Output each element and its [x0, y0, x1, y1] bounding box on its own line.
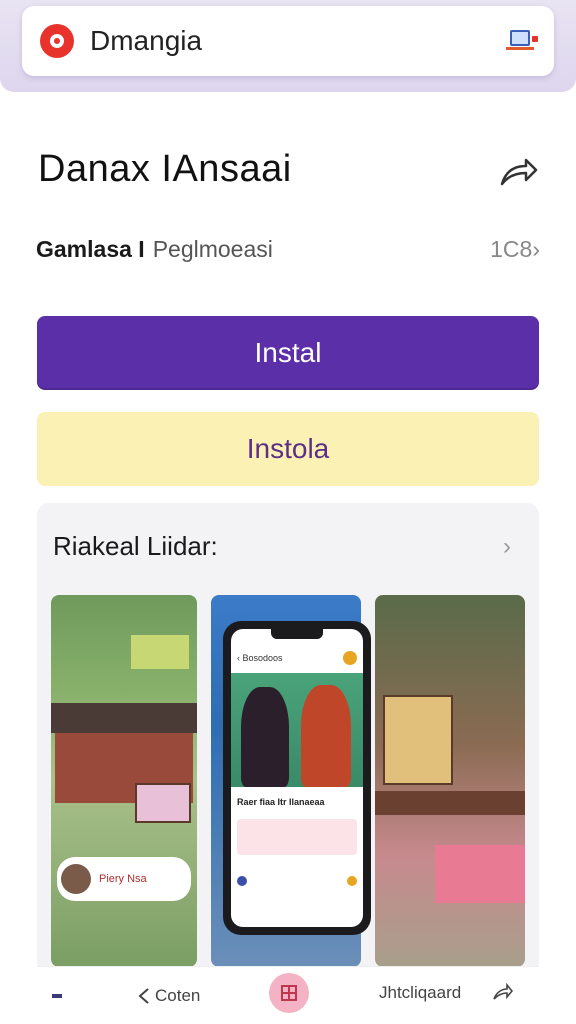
screenshot-1[interactable]: Piery Nsa — [51, 595, 197, 967]
developer-name[interactable]: Gamlasa I — [36, 236, 145, 263]
menu-dash-icon — [52, 993, 62, 998]
app-meta-row: Gamlasa I Peglmoeasi 1C8› — [36, 232, 540, 266]
phone-notch — [271, 629, 323, 639]
bottom-navigation: Coten Jhtcliqaard — [37, 966, 539, 1024]
phone-caption: Raer fiaa Itr Ilanaeaa — [237, 797, 325, 807]
poster-shape — [383, 695, 453, 785]
roof-shape — [51, 703, 197, 733]
preview-title: Riakeal Liidar: — [53, 531, 218, 561]
top-app-bar: Dmangia — [0, 0, 576, 92]
avatar — [61, 864, 91, 894]
caption-text: Piery Nsa — [99, 873, 147, 885]
app-category: Peglmoeasi — [152, 235, 273, 262]
nav-right-item[interactable]: Jhtcliqaard — [379, 983, 461, 1003]
nav-back-label: Coten — [155, 985, 201, 1005]
app-logo-icon — [40, 24, 74, 58]
app-title: Danax IAnsaai — [38, 148, 292, 190]
secondary-install-button[interactable]: Instola — [37, 412, 539, 486]
phone-mockup: ‹ Bosodoos Raer fiaa Itr Ilanaeaa — [223, 621, 371, 935]
search-bar[interactable]: Dmangia — [22, 6, 554, 76]
stall-shape — [435, 845, 525, 903]
phone-row — [237, 869, 357, 893]
caption-card: Piery Nsa — [57, 857, 191, 901]
phone-header: ‹ Bosodoos — [237, 651, 357, 665]
chevron-right-icon[interactable]: › — [503, 533, 511, 561]
flag-shape — [131, 635, 189, 669]
person-shape — [301, 685, 351, 787]
nav-back-item[interactable]: Coten — [137, 986, 200, 1006]
forward-icon[interactable] — [491, 981, 513, 1003]
phone-screen: ‹ Bosodoos Raer fiaa Itr Ilanaeaa — [231, 629, 363, 927]
chevron-left-icon — [138, 987, 149, 1004]
nav-right-label: Jhtcliqaard — [379, 983, 462, 1002]
grid-icon — [281, 985, 297, 1001]
phone-header-text: Bosodoos — [242, 653, 283, 663]
install-button[interactable]: Instal — [37, 316, 539, 390]
device-icon[interactable] — [506, 28, 538, 54]
screenshot-3[interactable] — [375, 595, 525, 967]
nav-left-item[interactable] — [37, 993, 77, 998]
roof-shape — [375, 791, 525, 815]
phone-info-box — [237, 819, 357, 855]
person-shape — [241, 687, 289, 787]
search-text[interactable]: Dmangia — [90, 25, 506, 57]
banner-shape — [135, 783, 191, 823]
dot-icon — [237, 876, 247, 886]
dot-icon — [347, 876, 357, 886]
preview-section: Riakeal Liidar: › Piery Nsa ‹ Bosodoos R… — [37, 503, 539, 973]
rating-count[interactable]: 1C8› — [490, 236, 540, 263]
badge-icon — [343, 651, 357, 665]
phone-photo — [231, 673, 363, 787]
share-icon[interactable] — [498, 156, 538, 190]
nav-home-button[interactable] — [269, 973, 309, 1013]
